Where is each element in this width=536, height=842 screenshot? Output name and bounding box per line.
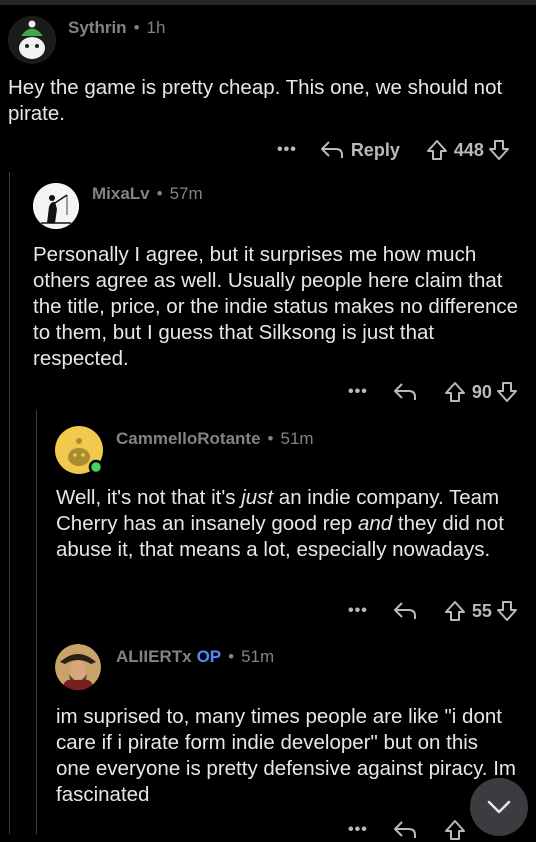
- downvote-icon[interactable]: [488, 139, 510, 161]
- more-options-button[interactable]: •••: [348, 383, 368, 401]
- meta-separator: •: [133, 18, 140, 37]
- top-divider: [0, 0, 536, 5]
- downvote-icon[interactable]: [496, 381, 518, 403]
- more-options-button[interactable]: •••: [277, 141, 297, 159]
- author-name[interactable]: ALIIERTx: [116, 647, 192, 666]
- avatar-cammellorotante[interactable]: [55, 426, 104, 475]
- avatar-mixalv[interactable]: [33, 183, 79, 229]
- reply-label: Reply: [350, 139, 400, 160]
- avatar-aliiertx[interactable]: [55, 644, 101, 690]
- comment-meta: MixaLv • 57m: [92, 184, 203, 204]
- vote-count: 90: [471, 381, 492, 402]
- comment-actions: •••: [348, 818, 466, 842]
- upvote-icon[interactable]: [426, 139, 448, 161]
- body-emphasis: just: [241, 486, 274, 509]
- thread-line[interactable]: [9, 172, 10, 834]
- author-name[interactable]: Sythrin: [68, 18, 127, 37]
- reply-icon: [319, 140, 345, 160]
- comment-body: im suprised to, many times people are li…: [56, 705, 516, 806]
- vote-count: 55: [471, 600, 492, 621]
- author-name[interactable]: CammelloRotante: [116, 429, 261, 448]
- avatar-sythrin[interactable]: [8, 16, 56, 64]
- body-emphasis: and: [358, 512, 393, 535]
- meta-separator: •: [156, 184, 163, 203]
- comment-actions: ••• 90: [348, 380, 518, 404]
- reply-icon[interactable]: [392, 820, 418, 840]
- op-badge: OP: [196, 647, 222, 666]
- comment-actions: ••• 55: [348, 599, 518, 623]
- comment-time: 51m: [241, 647, 275, 666]
- thread-line[interactable]: [36, 410, 37, 834]
- comment-meta: ALIIERTx OP • 51m: [116, 647, 274, 667]
- reply-button[interactable]: Reply: [319, 140, 400, 161]
- meta-separator: •: [267, 429, 274, 448]
- comment-body: Well, it's not that it's just an indie c…: [56, 485, 526, 563]
- author-name[interactable]: MixaLv: [92, 184, 150, 203]
- chevron-down-icon: [486, 799, 512, 815]
- body-text: Well, it's not that it's: [56, 486, 242, 509]
- scroll-down-button[interactable]: [470, 778, 528, 836]
- comment-body: Hey the game is pretty cheap. This one, …: [8, 76, 503, 125]
- vote-count: 448: [453, 139, 484, 160]
- more-options-button[interactable]: •••: [348, 821, 368, 839]
- online-status-indicator: [88, 459, 104, 475]
- downvote-icon[interactable]: [496, 600, 518, 622]
- comment-meta: Sythrin • 1h: [68, 18, 165, 38]
- upvote-icon[interactable]: [444, 600, 466, 622]
- reply-icon[interactable]: [392, 601, 418, 621]
- upvote-icon[interactable]: [444, 819, 466, 841]
- upvote-icon[interactable]: [444, 381, 466, 403]
- more-options-button[interactable]: •••: [348, 602, 368, 620]
- comment-meta: CammelloRotante • 51m: [116, 429, 314, 449]
- comment-time: 1h: [146, 18, 166, 37]
- comment-body: Personally I agree, but it surprises me …: [33, 243, 519, 370]
- comment-actions: ••• Reply 448: [277, 138, 510, 162]
- reply-icon[interactable]: [392, 382, 418, 402]
- comment-time: 51m: [280, 429, 314, 448]
- meta-separator: •: [228, 647, 235, 666]
- comment-time: 57m: [169, 184, 203, 203]
